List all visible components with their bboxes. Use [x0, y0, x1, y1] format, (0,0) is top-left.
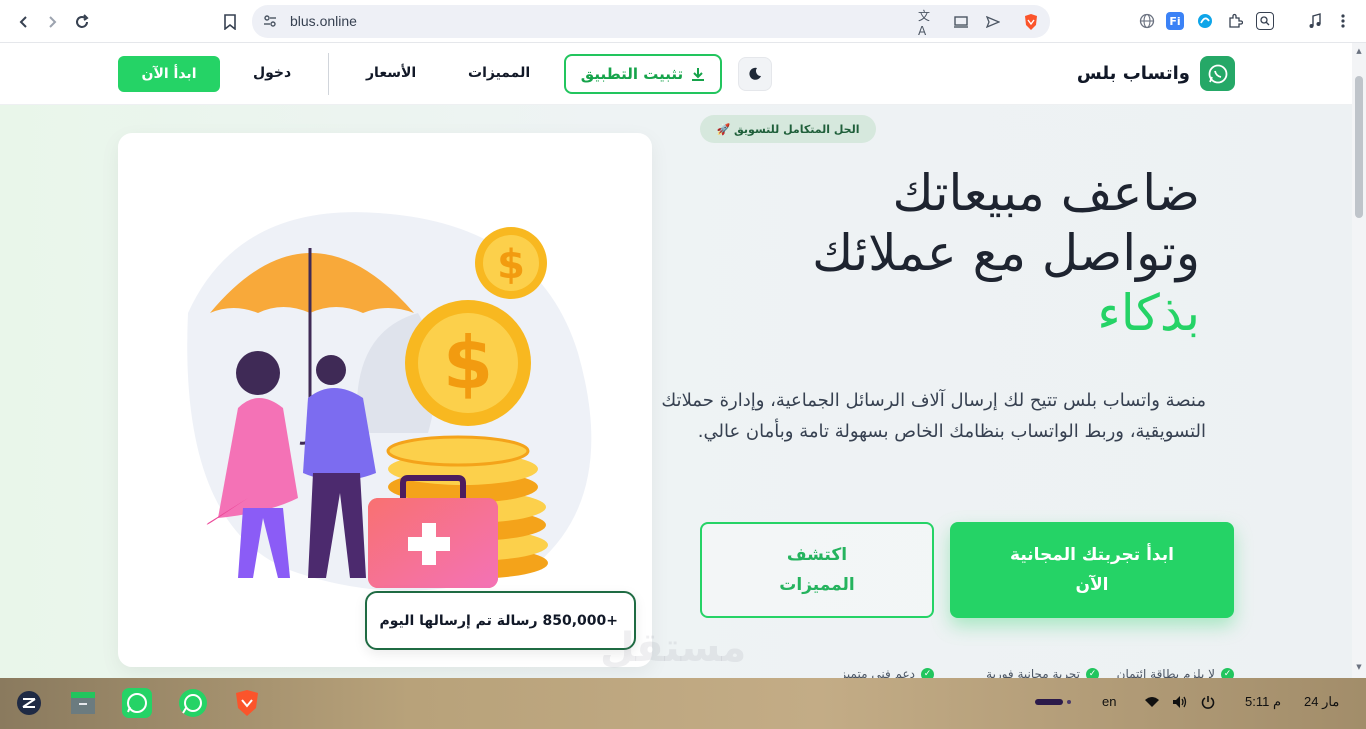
whatsapp-web-icon[interactable] [176, 686, 210, 720]
scroll-down-icon[interactable]: ▼ [1355, 663, 1363, 671]
check-icon: ✓ [1086, 667, 1099, 678]
hero-description: منصة واتساب بلس تتيح لك إرسال آلاف الرسا… [661, 390, 1206, 442]
headline-line-1: ضاعف مبيعاتك [892, 164, 1200, 222]
volume-icon[interactable] [1171, 693, 1189, 711]
explore-label-1: اكتشف [786, 545, 848, 565]
download-icon [692, 68, 705, 81]
power-icon[interactable] [1199, 693, 1217, 711]
watermark: مستقل [600, 625, 747, 671]
nav-login-link[interactable]: دخول [253, 65, 291, 81]
forward-icon[interactable] [38, 8, 66, 36]
nav-features-link[interactable]: المميزات [468, 65, 530, 81]
extensions-puzzle-icon[interactable] [1226, 12, 1244, 30]
reload-icon[interactable] [68, 8, 96, 36]
feature-item: ✓ دعم فني متميز [840, 667, 934, 678]
moon-icon [749, 67, 761, 80]
headline-line-2: وتواصل مع عملائك [812, 224, 1200, 282]
fi-extension-icon[interactable]: Fi [1166, 12, 1184, 30]
site-info-icon[interactable] [262, 13, 278, 29]
bookmark-icon[interactable] [216, 8, 244, 36]
keyboard-layout[interactable]: en [1102, 694, 1116, 709]
brave-shield-icon[interactable] [1022, 13, 1040, 31]
stat-badge: +850,000 رسالة تم إرسالها اليوم [365, 591, 636, 650]
whatsapp-app-icon[interactable] [120, 686, 154, 720]
hero-features-row: ✓ لا يلزم بطاقة ائتمان ✓ تجربة مجانية فو… [820, 667, 1234, 678]
logo-text[interactable]: واتساب بلس [1070, 63, 1190, 84]
umbrella-money-illustration: $ $ [187, 212, 592, 591]
url-text: blus.online [290, 13, 357, 29]
start-now-button[interactable]: ابدأ الآن [118, 56, 220, 92]
site-header: واتساب بلس تثبيت التطبيق المميزات الأسعا… [0, 43, 1352, 105]
os-taskbar: en 5:11 م 24 مار [0, 678, 1366, 729]
free-trial-label-2: الآن [1075, 575, 1109, 595]
install-app-button[interactable]: تثبيت التطبيق [564, 54, 722, 94]
check-icon: ✓ [921, 667, 934, 678]
svg-text:$: $ [497, 242, 525, 288]
hero-illustration-card: $ $ [118, 133, 652, 667]
scroll-thumb[interactable] [1355, 76, 1363, 218]
browser-toolbar: blus.online 文A Fi [0, 0, 1366, 43]
svg-text:$: $ [443, 321, 493, 405]
explore-features-button[interactable]: اكتشف المميزات [700, 522, 934, 618]
swirl-extension-icon[interactable] [1196, 12, 1214, 30]
zorin-menu-icon[interactable] [12, 686, 46, 720]
nav-pricing-link[interactable]: الأسعار [366, 65, 416, 81]
free-trial-label-1: ابدأ تجربتك المجانية [1010, 545, 1174, 565]
wifi-icon[interactable] [1143, 693, 1161, 711]
page-scrollbar[interactable]: ▲ ▼ [1352, 43, 1366, 678]
hero-headline: ضاعف مبيعاتك وتواصل مع عملائك بذكاء [640, 163, 1200, 343]
theme-toggle-button[interactable] [738, 57, 772, 91]
hero-section: 🚀 الحل المتكامل للتسويق ضاعف مبيعاتك وتو… [0, 105, 1352, 678]
reader-extension-icon[interactable] [1256, 12, 1274, 30]
feature-item: ✓ تجربة مجانية فورية [986, 667, 1099, 678]
nav-divider [328, 53, 329, 95]
cast-icon[interactable] [952, 13, 970, 31]
music-icon[interactable] [1306, 12, 1324, 30]
free-trial-button[interactable]: ابدأ تجربتك المجانية الآن [950, 522, 1234, 618]
send-icon[interactable] [984, 13, 1002, 31]
install-label: تثبيت التطبيق [580, 65, 684, 83]
clock-time[interactable]: 5:11 م [1245, 694, 1281, 710]
scroll-up-icon[interactable]: ▲ [1355, 47, 1363, 55]
hero-badge: 🚀 الحل المتكامل للتسويق [700, 115, 876, 143]
workspace-indicator-icon[interactable] [1035, 693, 1073, 711]
address-bar[interactable]: blus.online 文A [252, 5, 1050, 38]
globe-extension-icon[interactable] [1138, 12, 1156, 30]
whatsapp-logo-icon[interactable] [1200, 56, 1235, 91]
brave-browser-icon[interactable] [230, 686, 264, 720]
clock-date[interactable]: 24 مار [1304, 694, 1339, 710]
menu-icon[interactable] [1334, 12, 1352, 30]
headline-line-3: بذكاء [1097, 284, 1200, 342]
translate-icon[interactable]: 文A [918, 9, 936, 38]
explore-label-2: المميزات [779, 575, 855, 595]
feature-item: ✓ لا يلزم بطاقة ائتمان [1117, 667, 1234, 678]
files-icon[interactable] [66, 686, 100, 720]
back-icon[interactable] [10, 8, 38, 36]
check-icon: ✓ [1221, 667, 1234, 678]
